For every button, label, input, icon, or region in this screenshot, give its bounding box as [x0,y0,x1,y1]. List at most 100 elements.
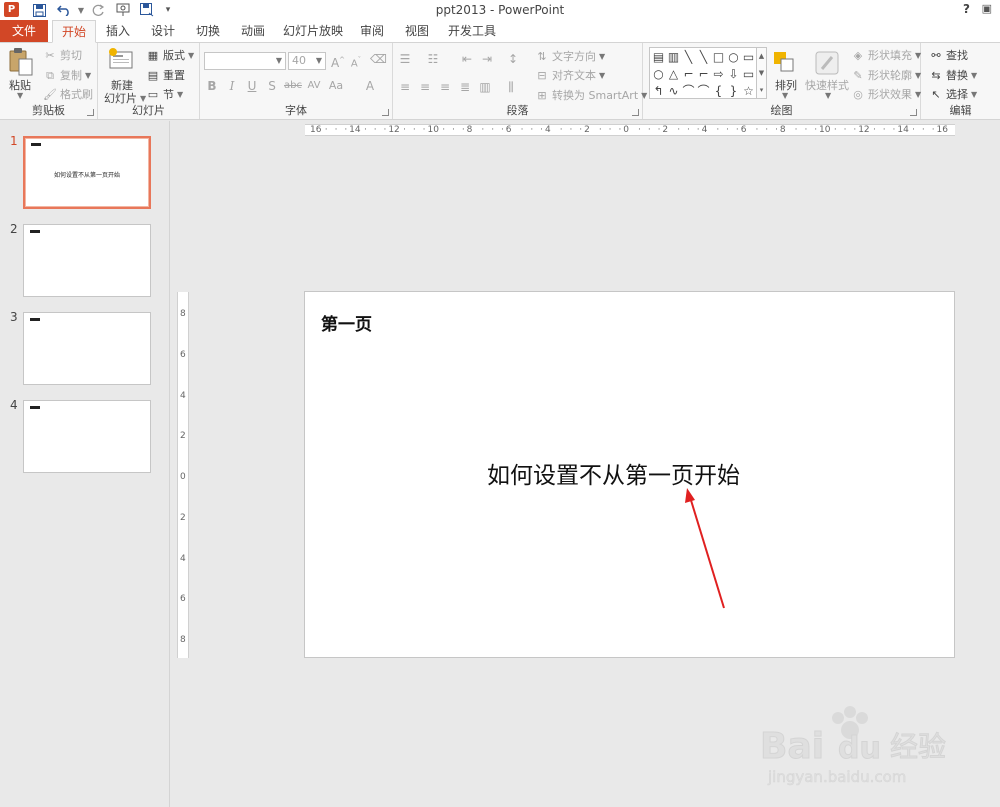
tab-insert[interactable]: 插入 [103,20,133,42]
shape-option[interactable]: ⌐ [696,66,711,83]
convert-smartart-button[interactable]: ⊞ 转换为 SmartArt ▼ [535,87,647,103]
powerpoint-logo-icon[interactable]: P [4,2,19,17]
ruler-minor-tick: · [540,125,544,135]
shape-option[interactable]: ↰ [651,83,666,100]
format-painter-button[interactable]: 🖌 格式刷 [43,86,93,102]
slide-thumbnail-4[interactable] [23,400,151,473]
shape-option[interactable]: ☆ [741,83,756,100]
font-name-combo[interactable]: ▼ [204,52,286,70]
numbering-icon[interactable]: ☷ [425,51,441,67]
ribbon-display-options-icon[interactable]: ▣ [982,2,992,15]
ruler-tick-label: 4 [701,125,708,135]
select-button[interactable]: ↖ 选择 ▼ [929,86,977,102]
shape-option[interactable]: { [711,83,726,100]
font-launcher-icon[interactable] [382,109,389,116]
grow-font-button[interactable]: A^ [330,52,346,70]
text-direction-button[interactable]: ⇅ 文字方向 ▼ [535,48,605,64]
slide-thumbnail-2[interactable] [23,224,151,297]
copy-button[interactable]: ⧉ 复制 ▼ [43,67,91,83]
shape-option[interactable]: ○ [726,49,741,66]
shape-option[interactable]: ⌒ [681,83,696,100]
shape-effects-button[interactable]: ◎ 形状效果 ▼ [851,86,921,102]
change-case-button[interactable]: Aa [326,78,346,94]
tab-review[interactable]: 审阅 [357,20,387,42]
decrease-indent-icon[interactable]: ⇤ [459,51,475,67]
arrange-dropdown-icon[interactable]: ▼ [782,91,788,100]
shape-option[interactable]: ▭ [741,49,756,66]
shape-option[interactable]: ▤ [651,49,666,66]
cut-button[interactable]: ✂ 剪切 [43,47,82,63]
tab-design[interactable]: 设计 [148,20,178,42]
shapes-gallery[interactable]: ▤ ▥ ╲ ╲ □ ○ ▭ ○ △ ⌐ ⌐ ⇨ ⇩ ▭ ↰ ∿ ⌒ ⌒{} ☆ [649,47,757,99]
align-left-icon[interactable]: ≡ [397,79,413,95]
strikethrough-button[interactable]: abc [282,78,304,94]
arrange-icon[interactable] [771,49,797,75]
font-color-button[interactable]: A [362,78,378,94]
drawing-launcher-icon[interactable] [910,109,917,116]
columns-icon[interactable]: ⫼ [503,79,519,95]
help-button[interactable]: ? [963,2,970,16]
save-as-icon[interactable] [139,2,155,18]
italic-button[interactable]: I [224,78,240,94]
underline-button[interactable]: U [244,78,260,94]
paste-icon[interactable] [8,47,34,77]
increase-indent-icon[interactable]: ⇥ [479,51,495,67]
clipboard-launcher-icon[interactable] [87,109,94,116]
shape-option[interactable]: □ [711,49,726,66]
slide-canvas[interactable]: 第一页 如何设置不从第一页开始 [304,291,955,658]
undo-dropdown-icon[interactable]: ▼ [73,2,89,18]
paste-dropdown-icon[interactable]: ▼ [17,91,23,100]
save-icon[interactable] [31,2,47,18]
customize-qat-icon[interactable]: ▾ [160,2,176,18]
tab-developer[interactable]: 开发工具 [446,20,498,42]
quick-styles-dropdown-icon[interactable]: ▼ [825,91,831,100]
align-center-icon[interactable]: ≡ [417,79,433,95]
shape-option[interactable]: ∿ [666,83,681,100]
shape-option[interactable]: ⇨ [711,66,726,83]
shape-outline-button[interactable]: ✎ 形状轮廓 ▼ [851,67,921,83]
shapes-gallery-scroll[interactable]: ▲ ▼ ▾ [757,47,767,99]
redo-icon[interactable] [90,2,106,18]
slide-thumbnail-3[interactable] [23,312,151,385]
tab-home[interactable]: 开始 [52,20,96,43]
undo-icon[interactable] [56,2,72,18]
shape-option[interactable]: ▭ [741,66,756,83]
character-spacing-button[interactable]: AV [304,78,324,94]
bullets-icon[interactable]: ☰ [397,51,413,67]
shape-option[interactable]: ○ [651,66,666,83]
find-button[interactable]: ⚯ 查找 [929,47,968,63]
shape-fill-button[interactable]: ◈ 形状填充 ▼ [851,47,921,63]
shape-option[interactable]: ⇩ [726,66,741,83]
reset-button[interactable]: ▤ 重置 [146,67,185,83]
shadow-button[interactable]: S [264,78,280,94]
tab-view[interactable]: 视图 [402,20,432,42]
shape-option[interactable]: ╲ [696,49,711,66]
align-text-button[interactable]: ⊟ 对齐文本 ▼ [535,67,605,83]
section-button[interactable]: ▭ 节 ▼ [146,86,183,102]
shape-option[interactable]: } [726,83,741,100]
justify-icon[interactable]: ≣ [457,79,473,95]
replace-button[interactable]: ⇆ 替换 ▼ [929,67,977,83]
new-slide-icon[interactable] [107,47,135,75]
tab-slideshow[interactable]: 幻灯片放映 [283,20,343,42]
slide-thumbnail-1[interactable]: 如何设置不从第一页开始 [23,136,151,209]
shape-option[interactable]: ▥ [666,49,681,66]
from-beginning-icon[interactable] [115,2,131,18]
shape-option[interactable]: ╲ [681,49,696,66]
shape-option[interactable]: ⌒ [696,83,711,100]
tab-transitions[interactable]: 切换 [193,20,223,42]
bold-button[interactable]: B [204,78,220,94]
layout-button[interactable]: ▦ 版式 ▼ [146,47,194,63]
clear-formatting-icon[interactable]: ⌫ [370,51,387,67]
shrink-font-button[interactable]: Aˇ [348,52,364,69]
tab-animations[interactable]: 动画 [238,20,268,42]
shape-option[interactable]: △ [666,66,681,83]
paragraph-launcher-icon[interactable] [632,109,639,116]
font-size-combo[interactable]: 40 ▼ [288,52,326,70]
quick-styles-icon[interactable] [813,49,841,77]
shape-option[interactable]: ⌐ [681,66,696,83]
distributed-icon[interactable]: ▥ [477,79,493,95]
align-right-icon[interactable]: ≡ [437,79,453,95]
tab-file[interactable]: 文件 [0,20,48,42]
line-spacing-icon[interactable]: ↕ [505,51,521,67]
